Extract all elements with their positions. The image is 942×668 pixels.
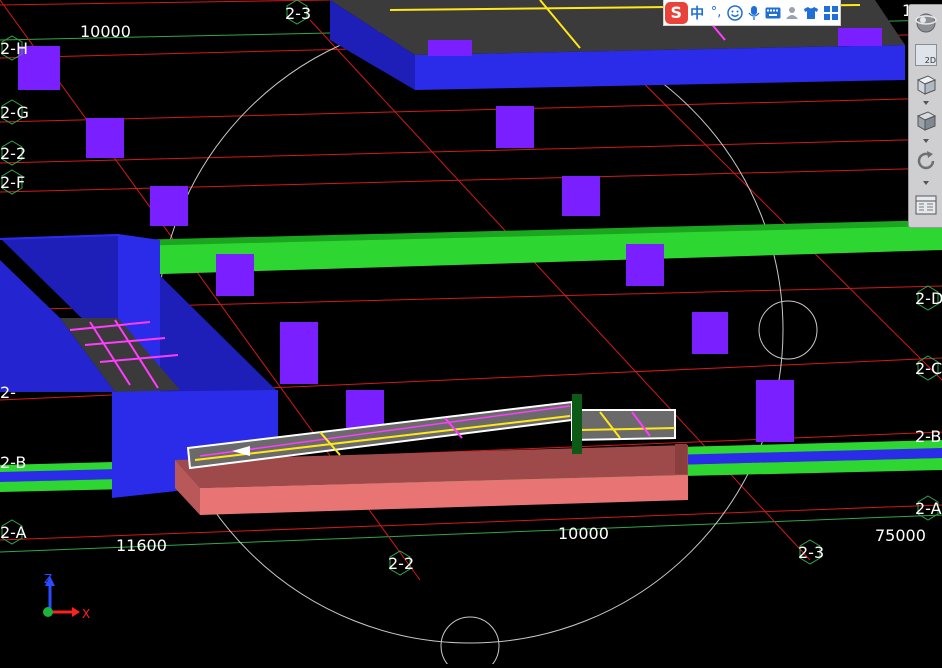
- grid-label: 2-: [0, 383, 16, 402]
- column[interactable]: [86, 118, 124, 158]
- column[interactable]: [692, 312, 728, 354]
- x-axis-label: X: [82, 607, 90, 621]
- grid-label: 2-G: [0, 103, 29, 122]
- model-canvas[interactable]: 2-3 2-H 2-G 2-2 2-F 2- 2-B 2-A 2-D 2-C 2…: [0, 0, 942, 668]
- grid-label: 2-B: [915, 427, 941, 446]
- 3d-model-viewport[interactable]: 2-3 2-H 2-G 2-2 2-F 2- 2-B 2-A 2-D 2-C 2…: [0, 0, 942, 668]
- view-3d-cube-icon[interactable]: [912, 71, 940, 99]
- view-2d-icon[interactable]: 2D: [912, 41, 940, 69]
- grid-label: 2-3: [285, 4, 311, 23]
- dimension-label: 75000: [875, 526, 926, 545]
- column[interactable]: [280, 322, 318, 384]
- grid-label: 2-B: [0, 453, 26, 472]
- grid-label: 2-C: [915, 359, 942, 378]
- grid-label: 2-A: [915, 499, 942, 518]
- smile-icon[interactable]: [726, 1, 745, 25]
- dimension-label: 10000: [558, 524, 609, 543]
- rotate-icon[interactable]: [912, 147, 940, 175]
- ime-language-toggle[interactable]: 中: [688, 1, 707, 25]
- chevron-down-icon[interactable]: [923, 101, 929, 105]
- dimension-label: 11600: [116, 536, 167, 555]
- ime-logo-icon[interactable]: S: [665, 1, 688, 24]
- column[interactable]: [562, 176, 600, 216]
- ime-punctuation-toggle[interactable]: °,: [707, 1, 726, 25]
- grid-label: 2-H: [0, 39, 28, 58]
- grid-label: 2-3: [798, 543, 824, 562]
- view-toolbar: 2D: [908, 4, 942, 228]
- column[interactable]: [838, 28, 882, 46]
- view-box-icon[interactable]: [912, 107, 940, 135]
- grid-icon[interactable]: [821, 1, 840, 25]
- grid-label: 2-F: [0, 173, 25, 192]
- chevron-down-icon[interactable]: [923, 139, 929, 143]
- view-2d-label: 2D: [924, 56, 936, 65]
- grid-label: 2-D: [915, 289, 942, 308]
- keyboard-icon[interactable]: [764, 1, 783, 25]
- microphone-icon[interactable]: [745, 1, 764, 25]
- column[interactable]: [150, 186, 188, 226]
- orbit-sphere-icon[interactable]: [912, 8, 940, 36]
- column[interactable]: [346, 390, 384, 430]
- z-axis-label: Z: [44, 572, 52, 586]
- column[interactable]: [626, 244, 664, 286]
- grid-label: 2-A: [0, 523, 27, 542]
- grid-label: 2-2: [0, 144, 26, 163]
- ime-toolbar[interactable]: S 中 °,: [663, 0, 841, 26]
- column[interactable]: [496, 106, 534, 148]
- column[interactable]: [216, 254, 254, 296]
- properties-panel-icon[interactable]: [912, 191, 940, 219]
- column[interactable]: [756, 380, 794, 442]
- dimension-label: 10000: [80, 22, 131, 41]
- chevron-down-icon[interactable]: [923, 181, 929, 185]
- user-icon[interactable]: [783, 1, 802, 25]
- grid-label: 2-2: [388, 554, 414, 573]
- shirt-icon[interactable]: [802, 1, 821, 25]
- column[interactable]: [428, 40, 472, 56]
